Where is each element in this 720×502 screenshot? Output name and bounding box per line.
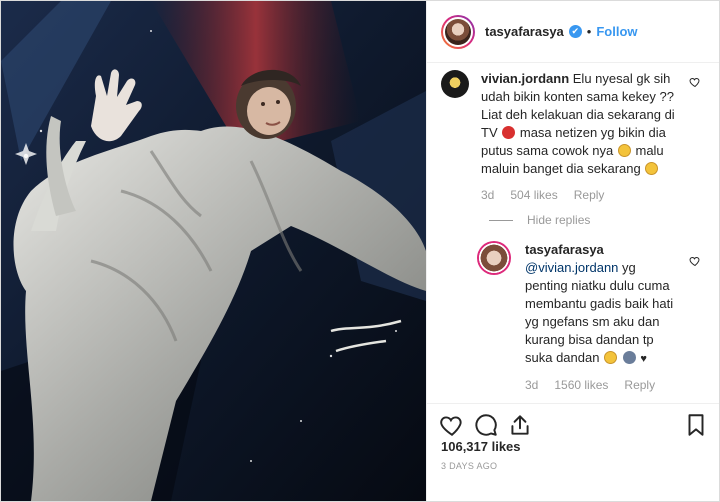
smiling-face-emoji-icon [604, 351, 618, 364]
fearful-face-emoji-icon [645, 162, 659, 175]
separator-dot: • [586, 24, 592, 39]
hide-replies-line [489, 219, 513, 221]
reply-meta: 3d 1560 likes Reply [525, 376, 677, 394]
reply-reply-button[interactable]: Reply [624, 376, 655, 394]
heart-icon[interactable] [439, 412, 465, 438]
comment-item: vivian.jordann Elu nyesal gk sih udah bi… [441, 70, 681, 204]
post-sidebar: tasyafarasya ✔ • Follow vivian.jordann E… [426, 1, 719, 501]
post-date: 3 DAYS AGO [441, 461, 498, 471]
angry-face-emoji-icon [502, 126, 516, 139]
reply-like-heart-icon[interactable] [689, 255, 701, 267]
black-heart-emoji-icon: ♥ [640, 353, 647, 365]
comment-body: vivian.jordann Elu nyesal gk sih udah bi… [481, 70, 681, 204]
comment-like-heart-icon[interactable] [689, 76, 701, 88]
commenter-username[interactable]: vivian.jordann [481, 71, 569, 86]
verified-badge-icon: ✔ [568, 25, 582, 38]
post-window: tasyafarasya ✔ • Follow vivian.jordann E… [0, 0, 720, 502]
comment-meta: 3d 504 likes Reply [481, 186, 681, 204]
hide-replies-label: Hide replies [527, 213, 591, 227]
post-header: tasyafarasya ✔ • Follow [427, 1, 719, 63]
author-username[interactable]: tasyafarasya [485, 24, 564, 39]
share-icon[interactable] [507, 412, 533, 438]
follow-button[interactable]: Follow [596, 24, 637, 39]
confused-face-emoji-icon [617, 144, 631, 157]
reply-likes[interactable]: 1560 likes [554, 376, 608, 394]
reply-author-avatar[interactable] [477, 241, 511, 275]
reply-time: 3d [525, 378, 539, 392]
hide-replies-toggle[interactable]: Hide replies [489, 213, 590, 227]
reply-item: tasyafarasya @vivian.jordann yg penting … [477, 241, 677, 394]
action-bar [427, 403, 719, 439]
reply-button[interactable]: Reply [574, 186, 605, 204]
author-avatar[interactable] [441, 14, 475, 49]
photo-illustration [1, 1, 426, 501]
reply-body: tasyafarasya @vivian.jordann yg penting … [525, 241, 677, 394]
bookmark-icon[interactable] [683, 412, 709, 438]
comment-time: 3d [481, 188, 495, 202]
comment-likes[interactable]: 504 likes [510, 186, 557, 204]
likes-count[interactable]: 106,317 likes [441, 439, 521, 454]
reply-text: yg penting niatku dulu cuma membantu gad… [525, 260, 674, 365]
reply-mention-link[interactable]: @vivian.jordann [525, 260, 618, 275]
reply-username[interactable]: tasyafarasya [525, 242, 604, 257]
comments-list[interactable]: vivian.jordann Elu nyesal gk sih udah bi… [427, 64, 719, 394]
post-photo[interactable] [1, 1, 426, 501]
commenter-avatar[interactable] [441, 70, 469, 98]
comment-icon[interactable] [473, 412, 499, 438]
person-emoji-icon [622, 351, 636, 364]
